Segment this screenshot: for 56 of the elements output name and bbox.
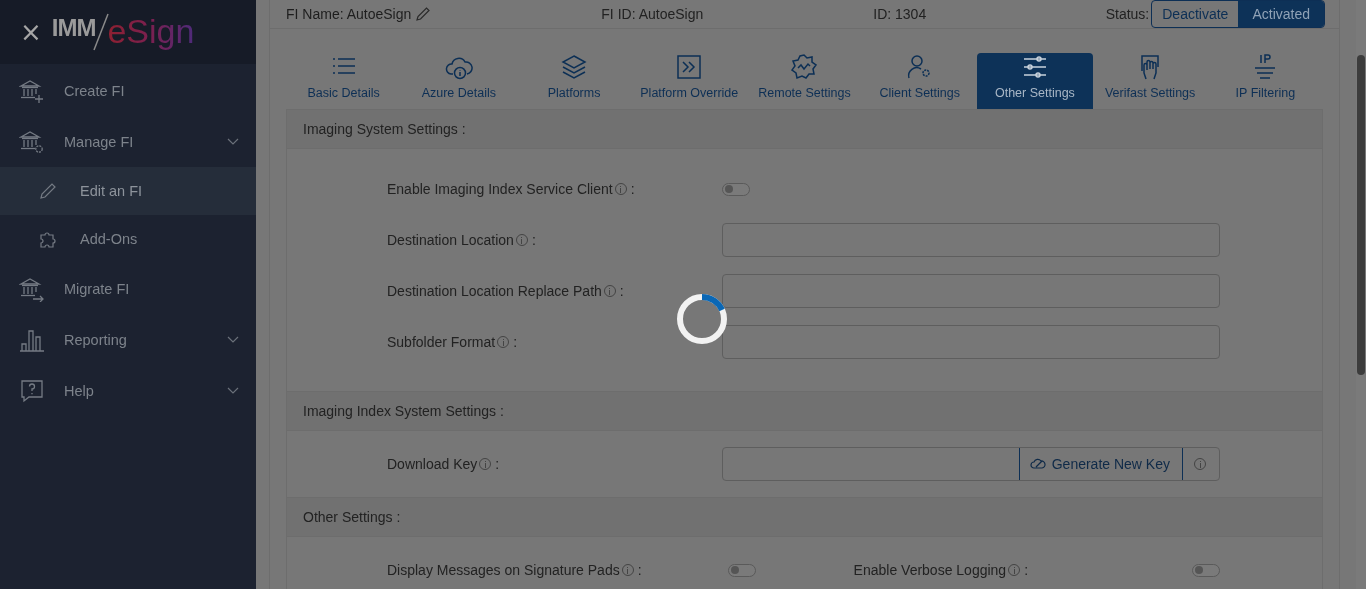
fi-id: FI ID: AutoeSign bbox=[601, 6, 704, 22]
field-label: Enable Verbose Logging bbox=[853, 562, 1007, 578]
logo-text: IMM bbox=[51, 14, 96, 42]
label-colon: : bbox=[630, 181, 635, 197]
status-label: Status: bbox=[1105, 6, 1150, 22]
sidebar-subitem[interactable]: Add-Ons bbox=[0, 215, 256, 263]
label-colon: : bbox=[619, 283, 624, 299]
status-toggle-button[interactable]: Deactivate bbox=[1152, 1, 1239, 27]
field-label: Download Key bbox=[387, 456, 478, 472]
toggle-switch[interactable] bbox=[722, 182, 750, 196]
field-label: Display Messages on Signature Pads bbox=[387, 562, 620, 578]
gear-icon bbox=[790, 53, 819, 81]
field-label: Enable Imaging Index Service Client bbox=[387, 181, 613, 197]
edit-icon[interactable] bbox=[415, 6, 432, 22]
label-colon: : bbox=[495, 456, 500, 472]
label-colon: : bbox=[1024, 562, 1029, 578]
sidebar-item[interactable]: Help bbox=[0, 365, 256, 416]
section-title: Imaging System Settings : bbox=[303, 121, 466, 137]
section-title: Imaging Index System Settings : bbox=[303, 403, 504, 419]
layers-icon bbox=[560, 53, 589, 81]
tab[interactable]: Verifast Settings bbox=[1092, 53, 1208, 109]
tab[interactable]: Basic Details bbox=[286, 53, 402, 109]
help-icon bbox=[19, 377, 45, 404]
pencil-icon bbox=[39, 182, 57, 200]
status-toggle-button[interactable]: Activated bbox=[1238, 1, 1324, 27]
section-title: Other Settings : bbox=[303, 509, 401, 525]
tab[interactable]: Platform Override bbox=[631, 53, 747, 109]
sidebar-item[interactable]: Manage FI bbox=[0, 116, 256, 167]
label-colon: : bbox=[531, 232, 536, 248]
input-field[interactable] bbox=[722, 325, 1220, 359]
field-label: Subfolder Format bbox=[387, 334, 496, 350]
toggle-switch[interactable] bbox=[1192, 563, 1220, 577]
sidebar-item[interactable]: Create FI bbox=[0, 65, 256, 116]
arrow-box-icon bbox=[675, 53, 704, 81]
sidebar-item[interactable]: Reporting bbox=[0, 314, 256, 365]
sidebar-subitem[interactable]: Edit an FI bbox=[0, 167, 256, 215]
input-field[interactable] bbox=[722, 223, 1220, 257]
label-colon: : bbox=[637, 562, 642, 578]
tab[interactable]: Client Settings bbox=[862, 53, 978, 109]
puzzle-icon bbox=[39, 230, 57, 248]
input-field[interactable] bbox=[722, 274, 1220, 308]
tab[interactable]: Other Settings bbox=[977, 53, 1093, 109]
field-label: Destination Location bbox=[387, 232, 514, 248]
id-label: ID: 1304 bbox=[873, 6, 927, 22]
label-colon: : bbox=[513, 334, 518, 350]
tab[interactable]: Azure Details bbox=[401, 53, 517, 109]
tab[interactable]: Platforms bbox=[516, 53, 632, 109]
fi-name: FI Name: AutoeSign bbox=[286, 6, 412, 22]
toggle-switch[interactable] bbox=[727, 563, 756, 577]
logo-slash-icon bbox=[93, 13, 110, 51]
close-button[interactable]: × bbox=[16, 19, 46, 45]
tab[interactable]: IP Filtering bbox=[1207, 53, 1323, 109]
scrollbar-thumb[interactable] bbox=[1357, 55, 1365, 375]
tab[interactable]: Remote Settings bbox=[746, 53, 863, 109]
sidebar-item[interactable]: Migrate FI bbox=[0, 263, 256, 314]
field-label: Destination Location Replace Path bbox=[387, 283, 602, 299]
